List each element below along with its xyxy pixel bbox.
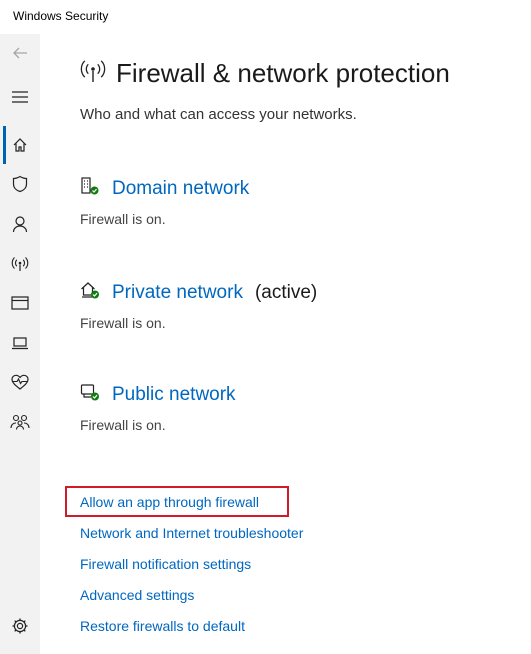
wifi-antenna-icon	[11, 256, 29, 272]
sidebar-item-virus-protection[interactable]	[0, 165, 40, 203]
domain-network-section: Domain network Firewall is on.	[80, 176, 249, 227]
family-icon	[10, 414, 30, 430]
page-title: Firewall & network protection	[116, 58, 450, 88]
allow-app-through-firewall-link[interactable]: Allow an app through firewall	[80, 494, 259, 510]
sidebar-item-device-security[interactable]	[0, 324, 40, 362]
public-network-status: Firewall is on.	[80, 417, 166, 433]
private-network-link[interactable]: Private network	[112, 282, 243, 304]
private-network-section: Private network (active) Firewall is on.	[80, 280, 318, 332]
public-network-icon	[80, 382, 100, 407]
home-icon	[12, 137, 28, 153]
private-network-status: Firewall is on.	[80, 315, 166, 331]
sidebar-item-account-protection[interactable]	[0, 205, 40, 243]
hamburger-menu-icon	[11, 90, 29, 104]
restore-firewalls-default-link[interactable]: Restore firewalls to default	[80, 618, 245, 634]
app-title: Windows Security	[13, 9, 109, 23]
domain-network-link[interactable]: Domain network	[112, 178, 249, 200]
shield-icon	[12, 175, 28, 193]
sidebar-item-app-browser-control[interactable]	[0, 284, 40, 322]
laptop-icon	[11, 336, 29, 350]
wifi-antenna-icon	[80, 59, 106, 88]
browser-window-icon	[11, 296, 29, 310]
settings-button[interactable]	[0, 607, 40, 645]
page-header: Firewall & network protection	[80, 58, 450, 89]
menu-button[interactable]	[0, 78, 40, 116]
active-indicator	[3, 126, 6, 164]
back-arrow-icon	[11, 44, 29, 62]
active-network-label: (active)	[254, 281, 318, 303]
advanced-settings-link[interactable]: Advanced settings	[80, 587, 194, 603]
back-button[interactable]	[0, 34, 40, 72]
firewall-notification-settings-link[interactable]: Firewall notification settings	[80, 556, 251, 572]
network-troubleshooter-link[interactable]: Network and Internet troubleshooter	[80, 525, 303, 541]
sidebar-item-home[interactable]	[0, 126, 40, 164]
public-network-link[interactable]: Public network	[112, 384, 236, 406]
private-network-icon	[80, 280, 100, 305]
main-content: Firewall & network protection Who and wh…	[40, 34, 531, 654]
domain-network-icon	[80, 176, 100, 201]
title-bar: Windows Security	[0, 0, 531, 34]
sidebar	[0, 34, 40, 654]
domain-network-status: Firewall is on.	[80, 211, 166, 227]
sidebar-item-family-options[interactable]	[0, 403, 40, 441]
gear-icon	[11, 617, 29, 635]
sidebar-item-firewall[interactable]	[0, 245, 40, 283]
heart-pulse-icon	[11, 374, 29, 390]
page-subtitle: Who and what can access your networks.	[80, 106, 357, 123]
person-icon	[12, 215, 28, 233]
sidebar-item-device-performance[interactable]	[0, 363, 40, 401]
public-network-section: Public network Firewall is on.	[80, 382, 236, 434]
